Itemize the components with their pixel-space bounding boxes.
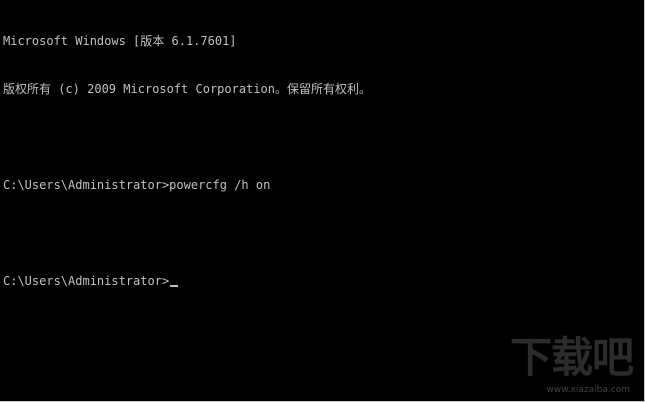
console-line-blank-1 bbox=[3, 129, 371, 145]
watermark-logo: 下载吧 bbox=[510, 333, 634, 382]
watermark-domain: www.xiazaiba.com bbox=[546, 385, 630, 395]
console-output: Microsoft Windows [版本 6.1.7601] 版权所有 (c)… bbox=[3, 1, 371, 321]
command-prompt-window[interactable]: Microsoft Windows [版本 6.1.7601] 版权所有 (c)… bbox=[0, 0, 645, 402]
watermark: 下载吧 www.xiazaiba.com bbox=[510, 333, 634, 396]
console-prompt: C:\Users\Administrator> bbox=[3, 274, 170, 288]
console-line-blank-2 bbox=[3, 225, 371, 241]
console-line-command: C:\Users\Administrator>powercfg /h on bbox=[3, 178, 271, 192]
console-line-copyright: 版权所有 (c) 2009 Microsoft Corporation。保留所有… bbox=[3, 82, 371, 96]
text-cursor bbox=[170, 285, 179, 287]
console-line-version: Microsoft Windows [版本 6.1.7601] bbox=[3, 34, 237, 48]
console-prompt-line[interactable]: C:\Users\Administrator> bbox=[3, 273, 371, 289]
